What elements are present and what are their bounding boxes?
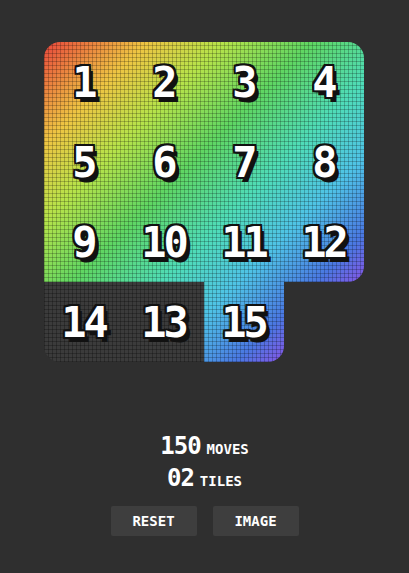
puzzle-tile[interactable]: 2 <box>124 42 204 122</box>
tile-number: 10 <box>141 211 186 274</box>
puzzle-tile[interactable]: 4 <box>284 42 364 122</box>
puzzle-tile[interactable]: 5 <box>44 122 124 202</box>
stats: 150 MOVES 02 TILES <box>160 434 249 490</box>
puzzle-tile[interactable]: 12 <box>284 202 364 282</box>
tiles-value: 02 <box>167 466 194 490</box>
tiles-label: TILES <box>200 474 242 488</box>
tile-number: 14 <box>61 291 106 354</box>
puzzle-tile[interactable]: 15 <box>204 282 284 362</box>
tile-number: 7 <box>232 131 254 194</box>
tile-number: 12 <box>301 211 346 274</box>
tile-number: 15 <box>221 291 266 354</box>
tile-number: 8 <box>312 131 334 194</box>
tile-number: 1 <box>72 51 94 114</box>
puzzle-tile[interactable]: 7 <box>204 122 284 202</box>
tile-number: 2 <box>152 51 174 114</box>
tile-number: 13 <box>141 291 186 354</box>
button-bar: RESET IMAGE <box>111 506 299 536</box>
tile-number: 3 <box>232 51 254 114</box>
puzzle-tile[interactable]: 8 <box>284 122 364 202</box>
tile-number: 6 <box>152 131 174 194</box>
puzzle-tile[interactable]: 1 <box>44 42 124 122</box>
image-button[interactable]: IMAGE <box>213 506 299 536</box>
empty-cell <box>284 282 364 362</box>
puzzle-tile[interactable]: 10 <box>124 202 204 282</box>
moves-counter: 150 MOVES <box>160 434 249 458</box>
moves-label: MOVES <box>207 442 249 456</box>
puzzle-tile[interactable]: 14 <box>44 282 124 362</box>
puzzle-tile[interactable]: 11 <box>204 202 284 282</box>
tile-number: 5 <box>72 131 94 194</box>
puzzle-board: 123456789101112141315 <box>44 42 366 362</box>
puzzle-tile[interactable]: 13 <box>124 282 204 362</box>
tile-number: 9 <box>72 211 94 274</box>
tile-number: 11 <box>221 211 266 274</box>
tiles-counter: 02 TILES <box>167 466 242 490</box>
puzzle-tile[interactable]: 3 <box>204 42 284 122</box>
puzzle-tile[interactable]: 9 <box>44 202 124 282</box>
tile-number: 4 <box>312 51 334 114</box>
puzzle-tile[interactable]: 6 <box>124 122 204 202</box>
reset-button[interactable]: RESET <box>111 506 197 536</box>
moves-value: 150 <box>160 434 200 458</box>
puzzle-app: 123456789101112141315 150 MOVES 02 TILES… <box>0 0 409 536</box>
